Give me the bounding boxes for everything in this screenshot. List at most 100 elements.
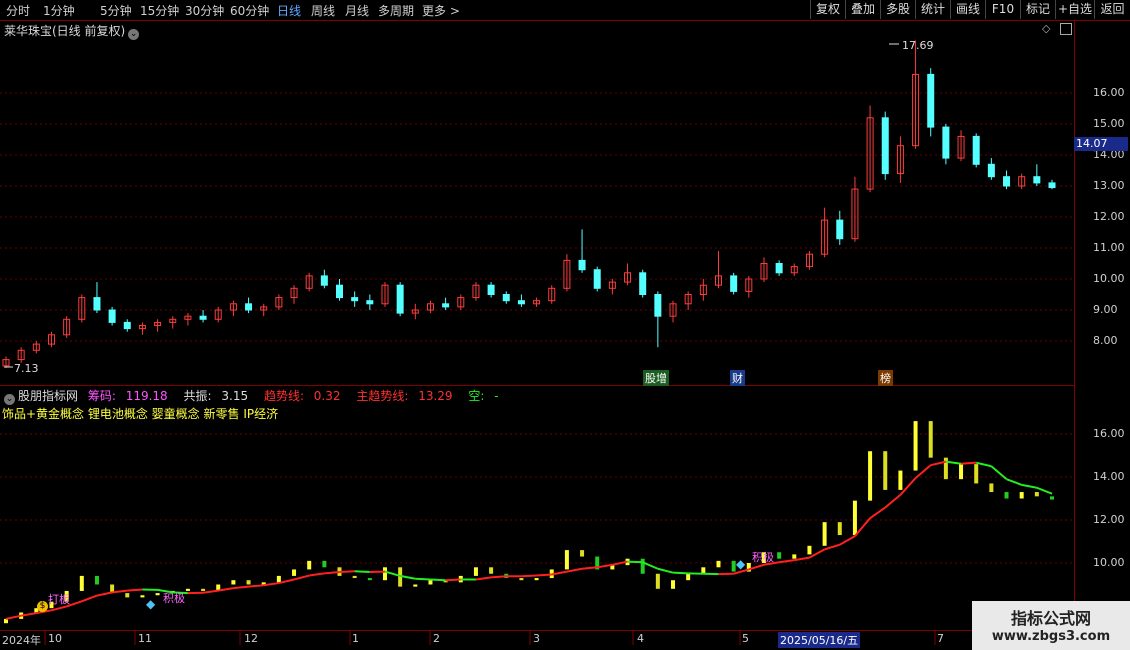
time-label: 2 [433,632,440,645]
trend-line-segment [127,588,143,592]
indicator-bar [868,451,873,501]
candle-body [942,126,950,159]
indicator-axis-label: 10.00 [1093,556,1125,569]
indicator-bar [140,595,145,598]
concept-tags: 饰品+黄金概念 锂电池概念 婴童概念 新零售 IP经济 [2,407,279,421]
indicator-bar [307,560,312,570]
price-label: 8.00 [1093,334,1118,347]
trend-line-segment [975,461,992,468]
chevron-down-icon[interactable]: ⌄ [4,394,15,405]
candle-body [775,263,783,274]
indicator-bar [519,578,524,581]
indicator-bar [959,464,964,480]
trend-line-segment [5,614,22,620]
trend-line-segment [930,460,947,467]
indicator-bar [807,545,812,555]
candle-body [487,284,495,296]
signal-label: 积极 [163,592,185,605]
trend-line-segment [960,461,977,465]
indicator-bar [1004,492,1009,499]
event-tag[interactable]: 榜 [878,370,893,386]
trend-line-segment [945,460,962,465]
candle-body [881,117,889,175]
trend-line-segment [354,570,370,573]
indicator-bar [655,573,660,589]
time-label: 12 [244,632,258,645]
candle-body [1003,176,1011,187]
indicator-bar [231,580,236,585]
indicator-bar [1034,492,1039,497]
watermark-title: 指标公式网 [1010,609,1091,628]
trend-line-segment [884,494,902,509]
candle-body [1033,176,1041,184]
gongzhen-readout: 共振: 3.15 [183,389,249,403]
coin-icon: $ [37,601,48,612]
trend-line-segment [808,548,826,559]
trend-line-segment [581,566,598,570]
candle-body [396,284,404,314]
indicator-bar [640,558,645,574]
candle-body [972,135,980,165]
trend-line-segment [672,571,689,575]
trend-line-segment [415,577,431,581]
indicator-bar [686,573,691,581]
candle-body [442,303,450,308]
indicator-bar [777,552,782,559]
candle-body [245,303,253,311]
indicator-bar [534,578,539,581]
price-label: 13.00 [1093,179,1125,192]
indicator-axis-label: 16.00 [1093,427,1125,440]
indicator-bar [413,584,418,587]
kline-chart[interactable] [0,0,1130,650]
indicator-bar [322,560,327,568]
chouma-readout: 筹码: 119.18 [87,389,168,403]
indicator-bar [898,470,903,490]
trend-line-segment [430,578,446,582]
trend-line-segment [202,589,219,594]
watermark: 指标公式网 www.zbgs3.com [972,601,1130,650]
indicator-bar [564,550,569,570]
trend-line-segment [233,585,249,590]
event-tag[interactable]: 股增 [643,370,669,386]
indicator-bar [580,550,585,557]
candle-body [1048,182,1056,189]
trend-line-segment [293,574,310,581]
indicator-bar [382,567,387,581]
candle-body [93,297,101,311]
qushi-readout: 趋势线: 0.32 [263,389,341,403]
indicator-bar [974,464,979,484]
price-label: 10.00 [1093,272,1125,285]
time-label: 4 [637,632,644,645]
current-price-tag: 14.07 [1074,137,1128,151]
trend-line-segment [657,567,674,574]
trend-line-segment [248,584,264,588]
candle-body [199,315,207,320]
price-label: 11.00 [1093,241,1125,254]
trend-line-segment [1006,478,1023,486]
trend-line-segment [990,465,1008,480]
trend-line-segment [536,573,552,577]
time-label: 3 [533,632,540,645]
diamond-icon: ◆ [736,557,746,571]
trend-line-segment [899,477,917,496]
indicator-bar [913,421,918,471]
indicator-bar [367,578,372,581]
signal-label: 打板 [48,593,70,606]
indicator-bar [292,569,297,576]
trend-line-segment [491,575,507,579]
trend-line-segment [854,517,871,537]
zhuqushi-readout: 主趋势线: 13.29 [356,389,453,403]
candle-body [336,284,344,299]
indicator-bar [473,567,478,576]
indicator-bar [94,575,99,585]
candle-body [578,259,586,271]
event-tag[interactable]: 财 [730,370,745,386]
low-price-label: 7.13 [14,362,39,375]
time-label: 2024年 [2,634,41,647]
indicator-bar [671,580,676,589]
indicator-bar [1050,496,1054,500]
indicator-bar [79,575,84,591]
watermark-url: www.zbgs3.com [991,629,1111,644]
trend-line-segment [839,535,856,546]
trend-line-segment [20,612,37,617]
